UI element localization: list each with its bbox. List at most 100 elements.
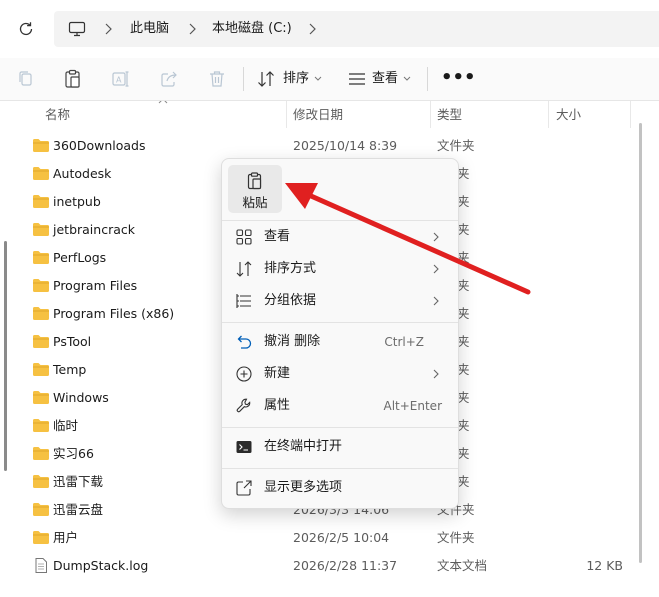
file-type: 文件夹 bbox=[437, 530, 475, 545]
file-name: jetbraincrack bbox=[53, 222, 135, 237]
file-name: Windows bbox=[53, 390, 109, 405]
view-icon[interactable] bbox=[347, 69, 367, 89]
folder-icon bbox=[33, 419, 49, 432]
sort-ascending-icon bbox=[158, 101, 168, 104]
chevron-right-icon bbox=[433, 369, 439, 379]
menu-divider bbox=[222, 220, 458, 221]
terminal-icon bbox=[236, 441, 252, 453]
menu-item-show-more-options[interactable]: 显示更多选项 bbox=[226, 473, 454, 503]
menu-item-undo-delete[interactable]: 撤消 删除 Ctrl+Z bbox=[226, 327, 454, 357]
toolbar-divider bbox=[243, 67, 244, 91]
folder-icon bbox=[33, 307, 49, 320]
menu-item-label: 属性 bbox=[264, 398, 291, 413]
file-name: Autodesk bbox=[53, 166, 112, 181]
file-type: 文件夹 bbox=[437, 138, 475, 153]
chevron-right-icon[interactable] bbox=[102, 21, 114, 37]
file-type: 文本文档 bbox=[437, 558, 488, 573]
column-divider[interactable] bbox=[430, 101, 431, 128]
menu-item-label: 显示更多选项 bbox=[264, 480, 343, 495]
chevron-down-icon[interactable] bbox=[314, 76, 322, 82]
column-divider[interactable] bbox=[286, 101, 287, 128]
menu-item-view[interactable]: 查看 bbox=[226, 222, 454, 252]
toolbar-divider bbox=[427, 67, 428, 91]
sort-icon[interactable] bbox=[256, 69, 276, 89]
menu-item-group-by[interactable]: 分组依据 bbox=[226, 286, 454, 316]
address-bar: 此电脑 本地磁盘 (C:) bbox=[0, 0, 659, 58]
list-item[interactable]: 用户 2026/2/5 10:04 文件夹 bbox=[0, 524, 640, 552]
folder-icon bbox=[33, 391, 49, 404]
chevron-right-icon[interactable] bbox=[306, 21, 318, 37]
menu-divider bbox=[222, 427, 458, 428]
chevron-down-icon[interactable] bbox=[403, 76, 411, 82]
folder-icon bbox=[33, 251, 49, 264]
menu-item-shortcut: Alt+Enter bbox=[383, 399, 442, 413]
command-bar: A 排序 查看 ••• bbox=[0, 58, 659, 101]
file-name: 360Downloads bbox=[53, 138, 146, 153]
menu-item-properties[interactable]: 属性 Alt+Enter bbox=[226, 391, 454, 421]
folder-icon bbox=[33, 139, 49, 152]
svg-text:A: A bbox=[116, 76, 122, 85]
folder-icon bbox=[33, 335, 49, 348]
column-divider[interactable] bbox=[548, 101, 549, 128]
file-date: 2025/10/14 8:39 bbox=[293, 138, 398, 153]
paste-label: 粘贴 bbox=[242, 195, 268, 210]
file-name: 用户 bbox=[53, 530, 79, 545]
sort-button[interactable]: 排序 bbox=[283, 70, 309, 88]
delete-icon[interactable] bbox=[206, 68, 228, 90]
breadcrumb-item-this-pc[interactable]: 此电脑 bbox=[130, 20, 169, 38]
grid-view-icon bbox=[236, 229, 252, 245]
column-type[interactable]: 类型 bbox=[437, 106, 462, 124]
column-size[interactable]: 大小 bbox=[556, 106, 581, 124]
chevron-right-icon bbox=[433, 296, 439, 306]
file-date: 2026/2/5 10:04 bbox=[293, 530, 390, 545]
column-date[interactable]: 修改日期 bbox=[293, 106, 343, 124]
list-item[interactable]: 360Downloads 2025/10/14 8:39 文件夹 bbox=[0, 132, 640, 160]
folder-icon bbox=[33, 531, 49, 544]
file-name: Program Files (x86) bbox=[53, 306, 175, 321]
view-button[interactable]: 查看 bbox=[372, 70, 398, 88]
file-name: 迅雷下载 bbox=[53, 474, 104, 489]
file-name: Temp bbox=[53, 362, 87, 377]
file-name: DumpStack.log bbox=[53, 558, 149, 573]
menu-divider bbox=[222, 322, 458, 323]
menu-item-shortcut: Ctrl+Z bbox=[384, 335, 424, 349]
file-name: PsTool bbox=[53, 334, 92, 349]
file-name: 实习66 bbox=[53, 446, 94, 461]
rename-icon[interactable]: A bbox=[110, 68, 132, 90]
breadcrumb: 此电脑 本地磁盘 (C:) bbox=[54, 11, 659, 47]
breadcrumb-item-local-disk[interactable]: 本地磁盘 (C:) bbox=[212, 20, 292, 38]
file-name: 临时 bbox=[53, 418, 79, 433]
folder-icon bbox=[33, 503, 49, 516]
sort-icon bbox=[236, 261, 252, 277]
menu-item-label: 分组依据 bbox=[264, 293, 317, 308]
file-name: inetpub bbox=[53, 194, 101, 209]
column-name[interactable]: 名称 bbox=[45, 106, 70, 124]
folder-icon bbox=[33, 279, 49, 292]
text-file-icon bbox=[35, 558, 47, 573]
paste-icon[interactable] bbox=[62, 68, 84, 90]
copy-icon[interactable] bbox=[15, 68, 37, 90]
share-icon[interactable] bbox=[158, 68, 180, 90]
folder-icon bbox=[33, 195, 49, 208]
menu-item-new[interactable]: 新建 bbox=[226, 359, 454, 389]
group-by-icon bbox=[236, 294, 251, 308]
this-pc-icon[interactable] bbox=[68, 20, 86, 38]
folder-icon bbox=[33, 223, 49, 236]
more-options-icon bbox=[236, 480, 252, 496]
context-menu: 粘贴 查看 排序方式 分组依据 撤消 删除 Ctrl+Z 新建 属性 Alt+E… bbox=[221, 158, 459, 509]
wrench-icon bbox=[236, 398, 251, 413]
file-date: 2026/2/28 11:37 bbox=[293, 558, 398, 573]
folder-icon bbox=[33, 475, 49, 488]
paste-button[interactable]: 粘贴 bbox=[228, 165, 282, 213]
file-size: 12 KB bbox=[586, 558, 623, 573]
menu-item-sort-by[interactable]: 排序方式 bbox=[226, 254, 454, 284]
column-divider[interactable] bbox=[630, 101, 631, 128]
more-options-button[interactable]: ••• bbox=[441, 66, 476, 90]
list-item[interactable]: DumpStack.log 2026/2/28 11:37 文本文档 12 KB bbox=[0, 552, 640, 576]
refresh-icon[interactable] bbox=[16, 19, 36, 39]
chevron-right-icon bbox=[433, 232, 439, 242]
menu-item-open-terminal[interactable]: 在终端中打开 bbox=[226, 432, 454, 462]
file-name: Program Files bbox=[53, 278, 138, 293]
chevron-right-icon[interactable] bbox=[186, 21, 198, 37]
folder-icon bbox=[33, 167, 49, 180]
